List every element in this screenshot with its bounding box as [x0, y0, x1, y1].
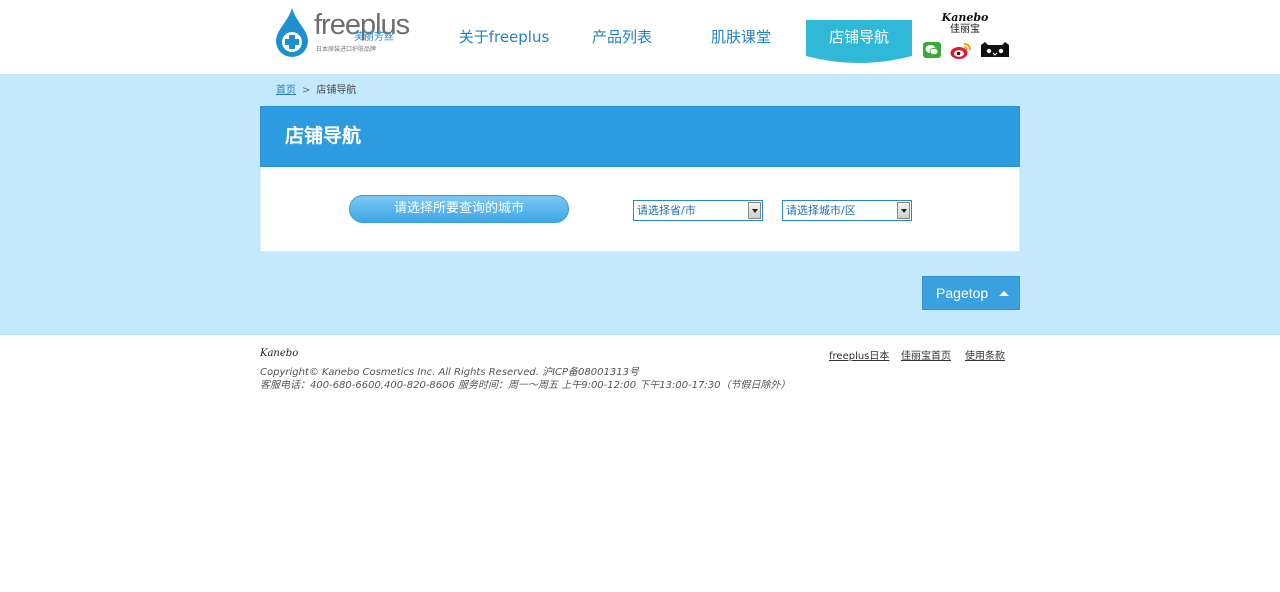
footer-copyright-line: Copyright© Kanebo Cosmetics Inc. All Rig…: [260, 367, 639, 378]
nav-products[interactable]: 产品列表: [563, 20, 681, 54]
kanebo-logo-cn: 佳丽宝: [950, 24, 980, 35]
select-city-button[interactable]: 请选择所要查询的城市: [349, 195, 569, 223]
footer-link-kanebo-home[interactable]: 佳丽宝首页: [901, 351, 951, 363]
logo-brand-cn: 芙丽芳丝: [354, 32, 394, 43]
city-select-value: 请选择城市/区: [786, 204, 856, 217]
chevron-down-icon[interactable]: [897, 202, 910, 219]
main-content: 首页 > 店铺导航 店铺导航 请选择所要查询的城市 请选择省/市 请选择城市/区 P…: [0, 74, 1280, 335]
city-select[interactable]: 请选择城市/区: [782, 200, 912, 221]
freeplus-logo[interactable]: freeplus 芙丽芳丝 日本原装进口护肤品牌: [274, 8, 410, 60]
footer-service-line: 客服电话：400-680-6600,400-820-8606 服务时间：周一～周…: [260, 380, 791, 391]
arrow-up-icon: [999, 291, 1009, 296]
province-select-value: 请选择省/市: [637, 204, 696, 217]
footer-copyright: Copyright© Kanebo Cosmetics Inc. All Rig…: [260, 366, 791, 392]
pagetop-label: Pagetop: [936, 285, 989, 301]
weibo-icon[interactable]: [950, 42, 972, 60]
breadcrumb-separator: >: [302, 85, 311, 96]
tmall-icon[interactable]: [980, 42, 1010, 58]
wechat-icon[interactable]: [923, 42, 941, 58]
breadcrumb: 首页 > 店铺导航: [276, 85, 356, 97]
page-title: 店铺导航: [285, 125, 362, 147]
site-footer: Kanebo Copyright© Kanebo Cosmetics Inc. …: [0, 335, 1280, 592]
breadcrumb-home-link[interactable]: 首页: [276, 85, 296, 96]
footer-kanebo-logo: Kanebo: [260, 348, 299, 359]
breadcrumb-current: 店铺导航: [316, 85, 357, 96]
kanebo-logo-en: Kanebo: [941, 11, 989, 24]
site-header: freeplus 芙丽芳丝 日本原装进口护肤品牌 关于freeplus 产品列表…: [0, 0, 1280, 74]
footer-link-terms[interactable]: 使用条款: [965, 351, 1005, 363]
freeplus-drop-icon: [276, 8, 308, 57]
nav-skincare-class[interactable]: 肌肤课堂: [682, 20, 800, 54]
logo-tagline: 日本原装进口护肤品牌: [316, 46, 377, 53]
chevron-down-icon[interactable]: [748, 202, 761, 219]
store-search-panel: 请选择所要查询的城市 请选择省/市 请选择城市/区: [260, 167, 1020, 252]
panel-header: 店铺导航: [260, 106, 1020, 167]
footer-link-freeplus-japan[interactable]: freeplus日本: [829, 351, 889, 363]
nav-about[interactable]: 关于freeplus: [445, 20, 563, 54]
nav-store-guide[interactable]: 店铺导航: [806, 20, 912, 54]
kanebo-logo[interactable]: Kanebo 佳丽宝: [940, 12, 990, 36]
province-select[interactable]: 请选择省/市: [633, 200, 763, 221]
pagetop-button[interactable]: Pagetop: [922, 276, 1020, 310]
